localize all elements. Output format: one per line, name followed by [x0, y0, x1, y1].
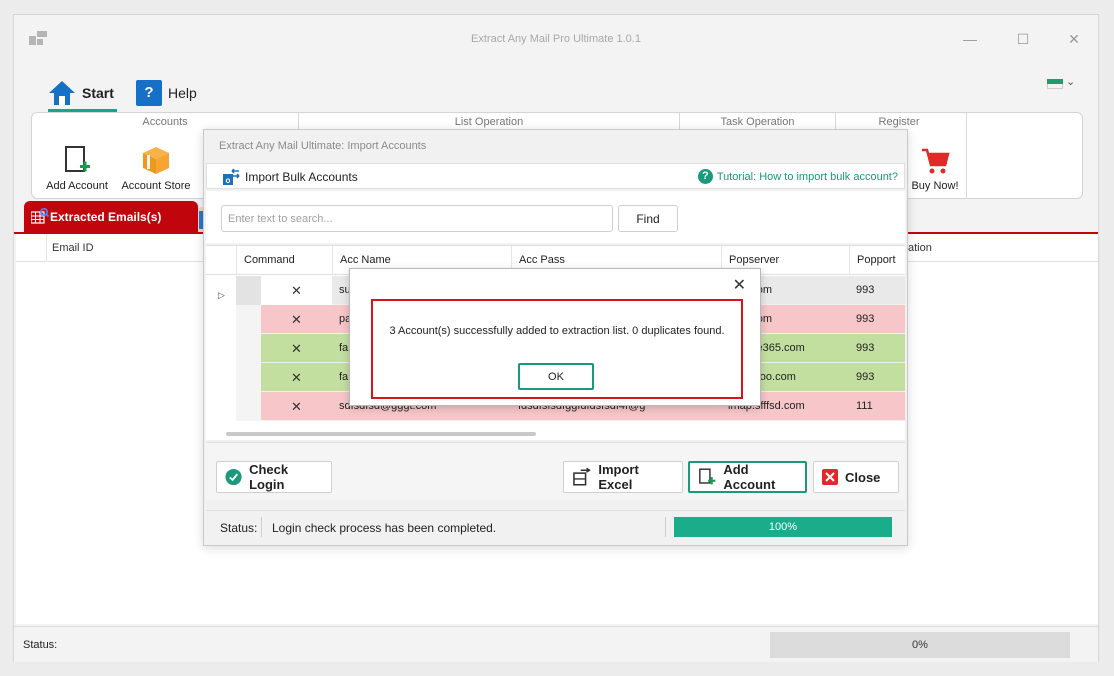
tab-extracted-emails[interactable]: Extracted Emails(s)	[24, 201, 198, 232]
add-account-ribbon-button[interactable]: Add Account	[44, 145, 110, 192]
add-account-button[interactable]: Add Account	[688, 461, 807, 493]
close-square-icon	[822, 469, 838, 485]
tab-help-label: Help	[168, 85, 197, 101]
close-window-button[interactable]: ✕	[1060, 27, 1088, 51]
cell-popport: 993	[856, 284, 875, 296]
maximize-button[interactable]: ☐	[1009, 27, 1037, 51]
find-button[interactable]: Find	[618, 205, 678, 232]
main-status-bar: Status: 0%	[14, 626, 1098, 662]
import-status-bar: Status: Login check process has been com…	[206, 510, 905, 542]
tab-start[interactable]: Start	[48, 73, 114, 113]
close-button[interactable]: Close	[813, 461, 899, 493]
chevron-down-icon[interactable]: ⌄	[1066, 75, 1075, 88]
column-header-command[interactable]: Command	[236, 246, 332, 275]
svg-text:o: o	[226, 176, 231, 185]
cell-command[interactable]: ✕	[261, 334, 332, 363]
buy-now-ribbon-button[interactable]: Buy Now!	[904, 145, 966, 192]
group-title-list-operation: List Operation	[454, 116, 524, 128]
main-status-label: Status:	[23, 639, 58, 651]
account-store-ribbon-button[interactable]: Account Store	[118, 143, 194, 192]
row-indicator[interactable]	[236, 363, 261, 392]
main-progress-bar: 0%	[770, 632, 1070, 658]
horizontal-scrollbar[interactable]	[226, 432, 536, 436]
import-dialog-title: Extract Any Mail Ultimate: Import Accoun…	[219, 140, 427, 152]
import-progress-bar: 100%	[674, 517, 892, 537]
import-dialog-buttons: Check Login Import Excel Add Account Clo…	[206, 442, 905, 500]
message-close-button[interactable]: ✕	[733, 275, 746, 295]
minimize-button[interactable]: —	[956, 27, 984, 51]
language-flag-icon[interactable]	[1047, 79, 1063, 89]
row-indicator[interactable]	[236, 334, 261, 363]
import-excel-button[interactable]: Import Excel	[563, 461, 683, 493]
row-indicator[interactable]	[236, 276, 261, 305]
email-grid-icon	[31, 208, 49, 224]
search-input[interactable]	[221, 205, 613, 232]
add-document-icon	[699, 468, 716, 485]
cell-command[interactable]: ✕	[261, 363, 332, 392]
add-account-label: Add Account	[46, 180, 108, 192]
current-row-pointer-icon: ▷	[218, 290, 225, 300]
column-header-email-id[interactable]: Email ID	[52, 242, 94, 254]
cell-command[interactable]: ✕	[261, 392, 332, 421]
group-separator	[966, 113, 967, 199]
group-title-accounts: Accounts	[142, 116, 188, 128]
import-header-bar: o Import Bulk Accounts ? Tutorial: How t…	[206, 163, 905, 189]
import-accounts-icon: o	[223, 168, 240, 185]
tab-help[interactable]: ? Help	[136, 73, 197, 113]
message-box: ✕ 3 Account(s) successfully added to ext…	[349, 268, 761, 406]
group-title-register: Register	[878, 116, 920, 128]
cell-command[interactable]: ✕	[261, 276, 332, 305]
import-status-text: Login check process has been completed.	[272, 521, 497, 535]
add-document-icon	[65, 146, 90, 172]
status-separator	[665, 517, 666, 537]
import-excel-label: Import Excel	[598, 462, 639, 492]
help-icon: ?	[136, 80, 162, 106]
message-text: 3 Account(s) successfully added to extra…	[389, 325, 725, 337]
cell-popport: 111	[856, 400, 873, 412]
titlebar: Extract Any Mail Pro Ultimate 1.0.1 — ☐ …	[14, 15, 1098, 61]
cell-popport: 993	[856, 342, 875, 354]
tutorial-link[interactable]: ? Tutorial: How to import bulk account?	[697, 169, 898, 184]
check-circle-icon	[225, 468, 242, 486]
column-separator	[46, 234, 47, 262]
row-indicator[interactable]	[236, 392, 261, 421]
tab-start-label: Start	[82, 85, 114, 101]
window-title: Extract Any Mail Pro Ultimate 1.0.1	[471, 33, 641, 45]
cell-popport: 993	[856, 313, 875, 325]
shopping-cart-icon	[922, 148, 950, 174]
column-header-popport[interactable]: Popport	[849, 246, 905, 275]
tab-extracted-emails-label: Extracted Emails(s)	[50, 209, 162, 224]
check-login-button[interactable]: Check Login	[216, 461, 332, 493]
import-progress-text: 100%	[768, 521, 798, 533]
check-login-label: Check Login	[249, 462, 289, 492]
search-area: Find	[206, 191, 905, 243]
store-box-icon	[143, 147, 169, 174]
tutorial-link-text: Tutorial: How to import bulk account?	[716, 170, 898, 183]
import-status-label: Status:	[220, 521, 258, 535]
add-account-label: Add Account	[723, 462, 776, 492]
import-table-icon	[573, 467, 591, 486]
status-separator	[261, 517, 262, 537]
buy-now-label: Buy Now!	[911, 180, 959, 192]
message-highlight-frame: 3 Account(s) successfully added to extra…	[371, 299, 743, 399]
import-header-label: Import Bulk Accounts	[245, 170, 358, 184]
close-label: Close	[845, 469, 881, 485]
column-header-partial[interactable]: ation	[908, 242, 932, 254]
help-circle-icon: ?	[697, 169, 713, 184]
cell-command[interactable]: ✕	[261, 305, 332, 334]
cell-popport: 993	[856, 371, 875, 383]
group-title-task-operation: Task Operation	[720, 116, 795, 128]
home-icon	[49, 81, 75, 105]
account-store-label: Account Store	[121, 180, 191, 192]
ok-button[interactable]: OK	[518, 363, 594, 390]
row-indicator[interactable]	[236, 305, 261, 334]
